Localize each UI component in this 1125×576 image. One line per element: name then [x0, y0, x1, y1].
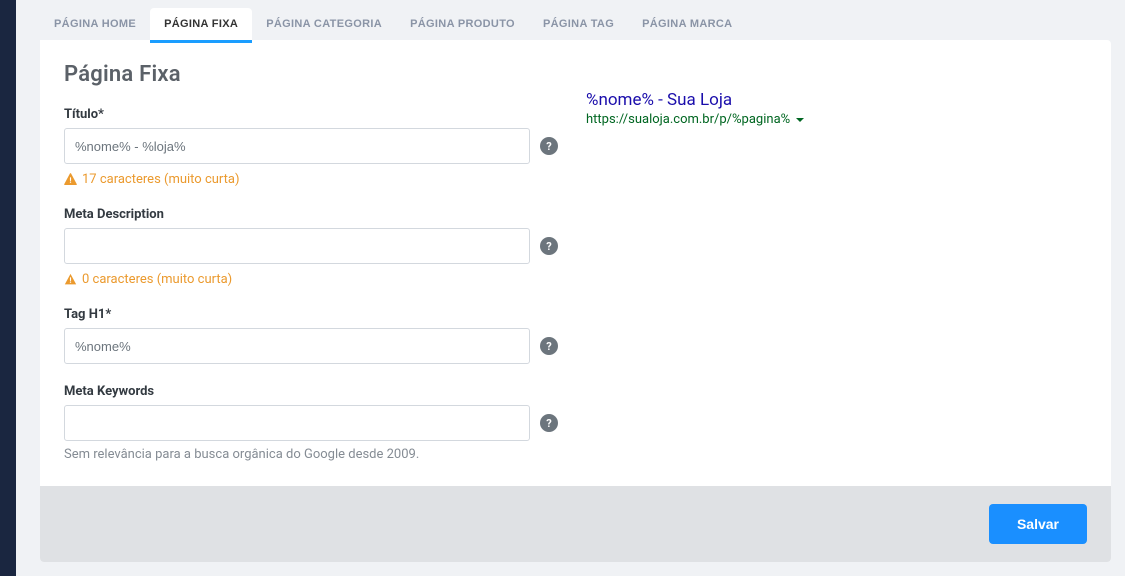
validation-text: 0 caracteres (muito curta) — [82, 272, 232, 287]
tab-pagina-produto[interactable]: PÁGINA PRODUTO — [396, 8, 529, 40]
tab-bar: PÁGINA HOME PÁGINA FIXA PÁGINA CATEGORIA… — [40, 8, 1111, 40]
validation-titulo: 17 caracteres (muito curta) — [64, 172, 558, 187]
field-meta-keywords: Meta Keywords ? Sem relevância para a bu… — [64, 384, 558, 462]
label-tag-h1: Tag H1* — [64, 307, 558, 322]
sidebar-sliver — [0, 0, 16, 576]
input-tag-h1[interactable] — [64, 328, 530, 364]
main-content: PÁGINA HOME PÁGINA FIXA PÁGINA CATEGORIA… — [16, 0, 1125, 576]
validation-text: 17 caracteres (muito curta) — [82, 172, 240, 187]
tab-pagina-fixa[interactable]: PÁGINA FIXA — [150, 8, 252, 40]
preview-title: %nome% - Sua Loja — [586, 90, 1087, 110]
preview-url-row: https://sualoja.com.br/p/%pagina% — [586, 112, 1087, 127]
tab-pagina-home[interactable]: PÁGINA HOME — [40, 8, 150, 40]
tab-pagina-tag[interactable]: PÁGINA TAG — [529, 8, 628, 40]
tab-pagina-categoria[interactable]: PÁGINA CATEGORIA — [252, 8, 396, 40]
help-icon[interactable]: ? — [540, 237, 558, 255]
preview-url: https://sualoja.com.br/p/%pagina% — [586, 112, 790, 127]
help-icon[interactable]: ? — [540, 414, 558, 432]
input-meta-description[interactable] — [64, 228, 530, 264]
field-tag-h1: Tag H1* ? — [64, 307, 558, 364]
save-button[interactable]: Salvar — [989, 504, 1087, 544]
chevron-down-icon — [796, 118, 804, 122]
panel-footer: Salvar — [40, 486, 1111, 562]
form-column: Página Fixa Título* ? 17 caracteres — [64, 62, 558, 468]
label-titulo: Título* — [64, 107, 558, 122]
validation-meta-description: 0 caracteres (muito curta) — [64, 272, 558, 287]
warning-icon — [64, 273, 77, 286]
page-title: Página Fixa — [64, 62, 558, 87]
serp-preview: %nome% - Sua Loja https://sualoja.com.br… — [586, 62, 1087, 468]
input-titulo[interactable] — [64, 128, 530, 164]
help-icon[interactable]: ? — [540, 137, 558, 155]
help-icon[interactable]: ? — [540, 337, 558, 355]
content-panel: Página Fixa Título* ? 17 caracteres — [40, 40, 1111, 562]
field-titulo: Título* ? 17 caracteres (muito curta) — [64, 107, 558, 187]
tab-pagina-marca[interactable]: PÁGINA MARCA — [628, 8, 746, 40]
warning-icon — [64, 173, 77, 186]
label-meta-keywords: Meta Keywords — [64, 384, 558, 399]
label-meta-description: Meta Description — [64, 207, 558, 222]
field-meta-description: Meta Description ? 0 caracteres (muito c… — [64, 207, 558, 287]
input-meta-keywords[interactable] — [64, 405, 530, 441]
help-meta-keywords: Sem relevância para a busca orgânica do … — [64, 447, 558, 462]
